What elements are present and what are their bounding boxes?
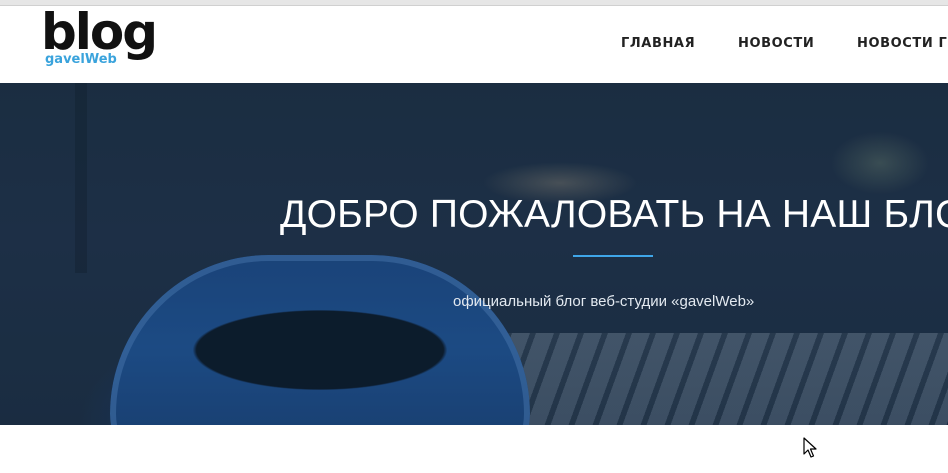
hero-subtitle: официальный блог веб-студии «gavelWeb» [453, 293, 755, 310]
nav-item-home[interactable]: ГЛАВНАЯ [621, 36, 695, 51]
mouse-pointer-icon [803, 437, 817, 458]
site-header: blog gavelWeb ГЛАВНАЯ НОВОСТИ НОВОСТИ Г [0, 3, 948, 83]
hero-title: ДОБРО ПОЖАЛОВАТЬ НА НАШ БЛОГ! [280, 193, 948, 236]
nav-item-news[interactable]: НОВОСТИ [738, 36, 814, 51]
main-nav: ГЛАВНАЯ НОВОСТИ НОВОСТИ Г [0, 36, 948, 56]
hero-overlay [0, 83, 948, 425]
nav-item-news-more[interactable]: НОВОСТИ Г [857, 36, 947, 51]
hero-banner: ДОБРО ПОЖАЛОВАТЬ НА НАШ БЛОГ! официальны… [0, 83, 948, 425]
hero-divider [573, 255, 653, 257]
